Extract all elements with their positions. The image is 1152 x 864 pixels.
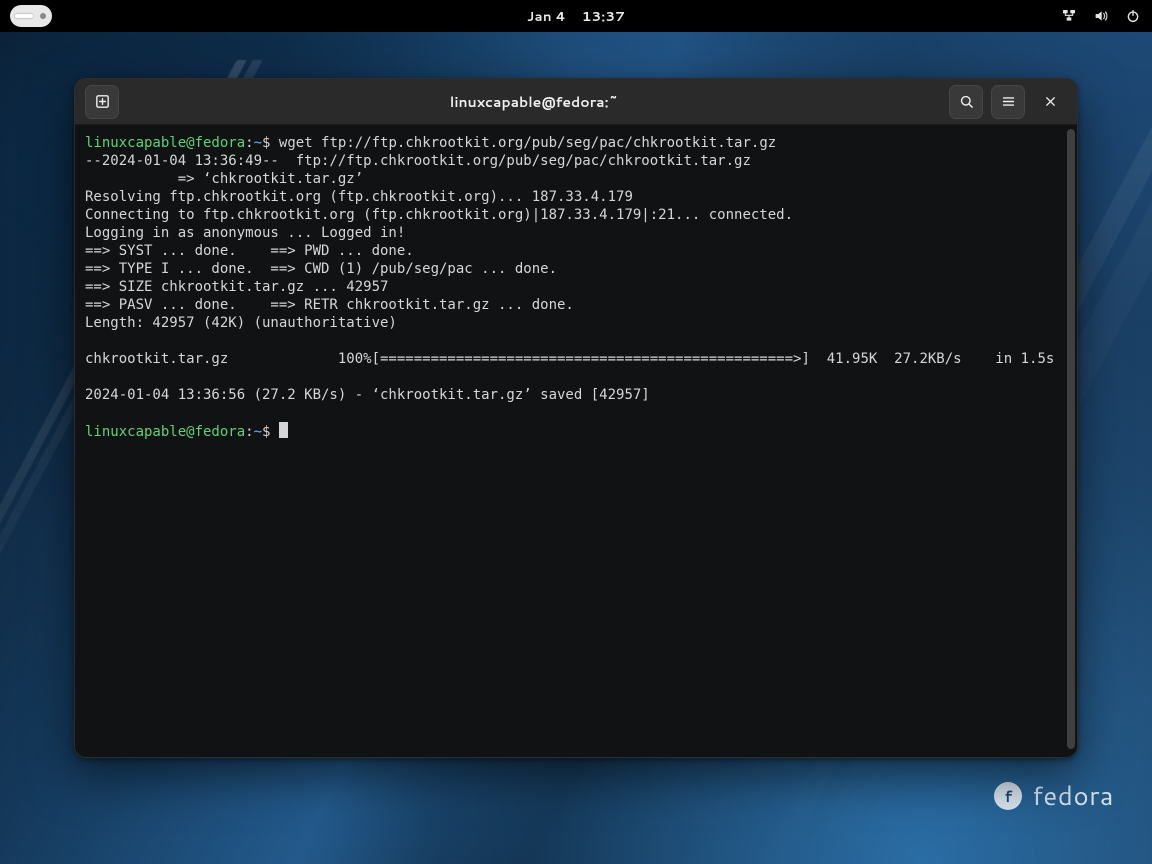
search-button[interactable]: [949, 85, 983, 119]
window-title: linuxcapable@fedora:~: [119, 92, 949, 112]
out-line: chkrootkit.tar.gz 100%[=================…: [85, 351, 1054, 367]
prompt-path: ~: [254, 135, 262, 151]
fedora-watermark: f fedora: [994, 778, 1114, 814]
prompt-symbol: $: [262, 424, 270, 440]
terminal-window: linuxcapable@fedora:~ linuxcapable@fedor…: [74, 78, 1078, 758]
fedora-logo-glyph: f: [1005, 785, 1013, 808]
fedora-wordmark: fedora: [1032, 778, 1114, 814]
fedora-logo-icon: f: [994, 782, 1022, 810]
cursor-icon: [279, 422, 288, 438]
prompt-userhost: linuxcapable@fedora: [85, 424, 245, 440]
terminal-viewport[interactable]: linuxcapable@fedora:~$ wget ftp://ftp.ch…: [75, 125, 1065, 757]
close-button[interactable]: [1033, 85, 1067, 119]
scrollbar-thumb[interactable]: [1067, 129, 1075, 749]
out-line: Resolving ftp.chkrootkit.org (ftp.chkroo…: [85, 189, 633, 205]
out-line: => ‘chkrootkit.tar.gz’: [85, 171, 363, 187]
out-line: ==> SYST ... done. ==> PWD ... done.: [85, 243, 414, 259]
prompt-symbol: $: [262, 135, 270, 151]
terminal-scrollbar[interactable]: [1065, 125, 1077, 757]
command-text: wget ftp://ftp.chkrootkit.org/pub/seg/pa…: [279, 135, 776, 151]
prompt-sep: :: [245, 135, 253, 151]
prompt-path: ~: [254, 424, 262, 440]
gnome-top-bar: Jan 4 13:37: [0, 0, 1152, 32]
prompt-userhost: linuxcapable@fedora: [85, 135, 245, 151]
hamburger-menu-button[interactable]: [991, 85, 1025, 119]
out-line: ==> SIZE chkrootkit.tar.gz ... 42957: [85, 279, 388, 295]
clock-area[interactable]: Jan 4 13:37: [0, 7, 1152, 26]
out-line: Connecting to ftp.chkrootkit.org (ftp.ch…: [85, 207, 793, 223]
out-line: Logging in as anonymous ... Logged in!: [85, 225, 405, 241]
out-line: ==> TYPE I ... done. ==> CWD (1) /pub/se…: [85, 261, 557, 277]
out-line: 2024-01-04 13:36:56 (27.2 KB/s) - ‘chkro…: [85, 387, 650, 403]
clock-date: Jan 4: [527, 7, 566, 26]
clock-sep: [570, 7, 578, 26]
out-line: --2024-01-04 13:36:49-- ftp://ftp.chkroo…: [85, 153, 751, 169]
window-headerbar: linuxcapable@fedora:~: [75, 79, 1077, 125]
new-tab-button[interactable]: [85, 85, 119, 119]
prompt-sep: :: [245, 424, 253, 440]
clock-time: 13:37: [582, 7, 625, 26]
out-line: Length: 42957 (42K) (unauthoritative): [85, 315, 397, 331]
out-line: ==> PASV ... done. ==> RETR chkrootkit.t…: [85, 297, 574, 313]
